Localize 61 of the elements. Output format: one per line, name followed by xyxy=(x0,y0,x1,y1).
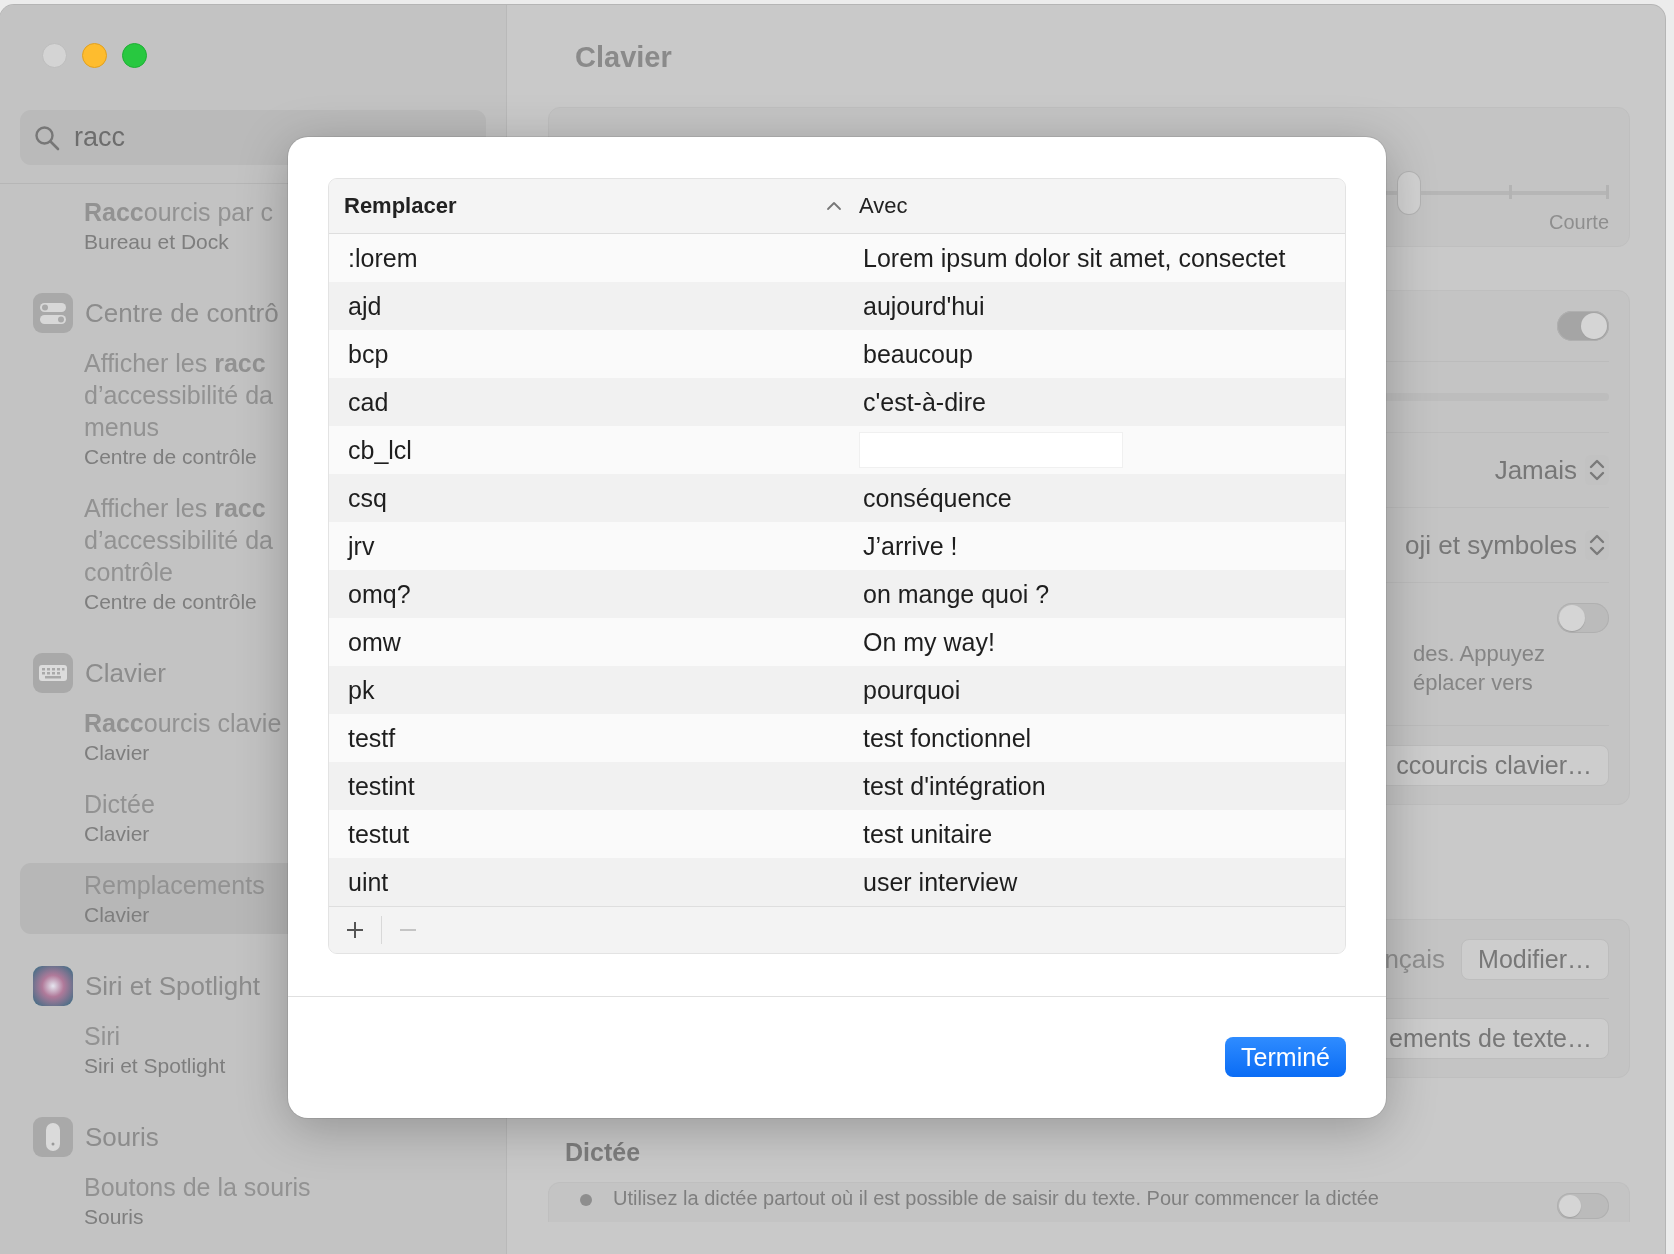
column-header[interactable]: Remplacer xyxy=(329,179,845,233)
slider-thumb[interactable] xyxy=(1398,172,1420,214)
sidebar-item-subtitle: Centre de contrôle xyxy=(84,444,257,470)
table-cell-text: testf xyxy=(347,723,397,753)
minimize-button[interactable] xyxy=(82,43,107,68)
table-cell-text: :lorem xyxy=(347,243,419,273)
minus-icon xyxy=(398,929,418,931)
toggle-switch[interactable] xyxy=(1557,1193,1609,1219)
sidebar-item-subtitle: Clavier xyxy=(84,740,150,766)
slider-track[interactable] xyxy=(1384,393,1609,401)
setting-description: Utilisez la dictée partout où il est possible de saisir du texte. Pour commencer la dictée xyxy=(613,1187,1380,1210)
table-cell-text: omq? xyxy=(347,579,412,609)
keyboard-icon xyxy=(33,653,73,693)
table-cell-text: csq xyxy=(347,483,388,513)
table-cell: test unitaire xyxy=(863,819,993,849)
table-cell-text: cb_lcl xyxy=(347,435,413,465)
done-button[interactable]: Terminé xyxy=(1225,1037,1346,1077)
table-cell: beaucoup xyxy=(863,339,973,369)
table-cell-text: uint xyxy=(347,867,390,897)
section-title: Dictée xyxy=(565,1138,642,1168)
mouse-icon xyxy=(33,1117,73,1157)
toggle-switch[interactable] xyxy=(1557,603,1609,633)
table-cell-text: bcp xyxy=(347,339,390,369)
sidebar-item-subtitle: Clavier xyxy=(84,821,150,847)
table-cell: aujourd'hui xyxy=(863,291,985,321)
page-title: Clavier xyxy=(575,41,673,75)
table-cell: J’arrive ! xyxy=(863,531,958,561)
table-cell: test fonctionnel xyxy=(863,723,1032,753)
column-header[interactable]: Avec xyxy=(845,179,1345,233)
sidebar-item-subtitle: Bureau et Dock xyxy=(84,229,229,255)
settings-button[interactable]: Modifier… xyxy=(1461,938,1609,980)
table-cell-text: cad xyxy=(347,387,390,417)
table-cell: Lorem ipsum dolor sit amet, consectet xyxy=(863,243,1286,273)
sidebar-item-subtitle: Centre de contrôle xyxy=(84,589,257,615)
table-cell: c'est-à-dire xyxy=(863,387,986,417)
table-cell-text: omw xyxy=(347,627,402,657)
sidebar-item-subtitle: Siri et Spotlight xyxy=(84,1053,226,1079)
table-cell-text: testint xyxy=(347,771,416,801)
table-cell-text: ajd xyxy=(347,291,383,321)
search-query: racc xyxy=(74,122,126,153)
microphone-icon xyxy=(579,1193,593,1207)
siri-icon xyxy=(33,966,73,1006)
zoom-button[interactable] xyxy=(122,43,147,68)
table-cell: on mange quoi ? xyxy=(863,579,1050,609)
table-cell: pourquoi xyxy=(863,675,961,705)
table-cell-text: pk xyxy=(347,675,376,705)
table-cell: conséquence xyxy=(863,483,1012,513)
toggle-switch[interactable] xyxy=(1557,311,1609,341)
plus-icon xyxy=(345,920,365,940)
table-cell-text: jrv xyxy=(346,531,376,561)
popup-value: oji et symboles xyxy=(1405,529,1577,561)
toggles-icon xyxy=(33,293,73,333)
table-cell: test d'intégration xyxy=(863,771,1046,801)
popup-value: Jamais xyxy=(1494,454,1577,486)
table-cell-text: testut xyxy=(347,819,411,849)
table-cell: On my way! xyxy=(863,627,995,657)
sidebar-item-subtitle: Clavier xyxy=(84,902,150,928)
sidebar-item-subtitle: Souris xyxy=(84,1204,144,1230)
table-cell: user interview xyxy=(863,867,1018,897)
search-icon xyxy=(34,124,60,151)
setting-description: des. Appuyez éplacer vers xyxy=(1413,640,1547,697)
